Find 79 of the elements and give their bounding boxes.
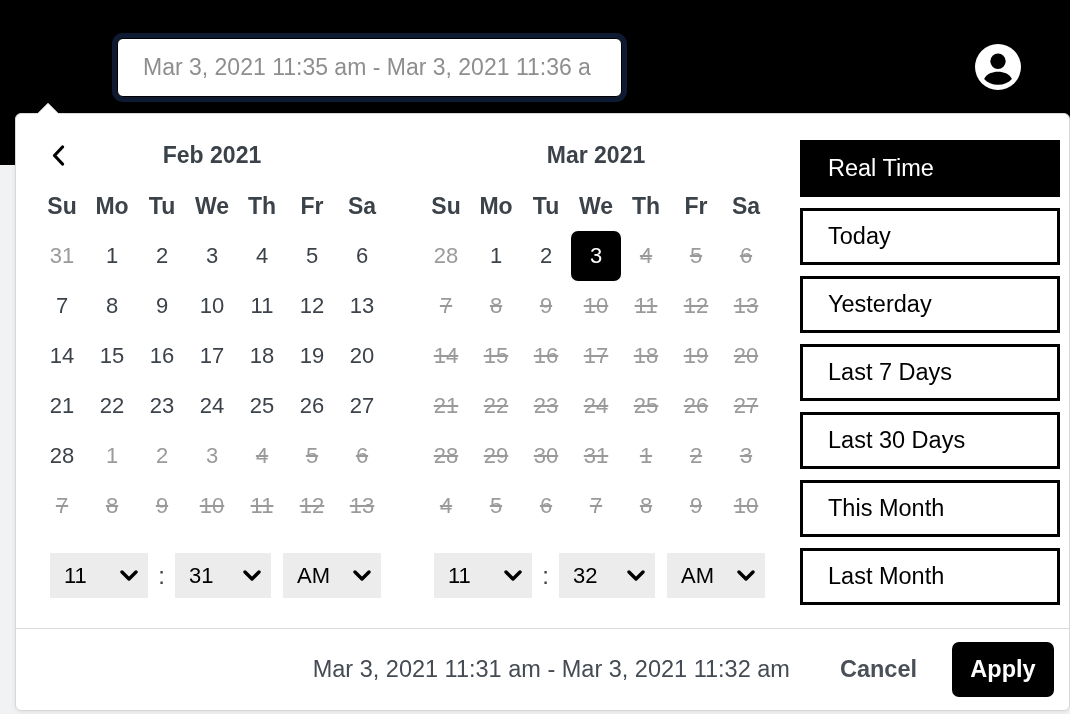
- calendar-day[interactable]: 26: [287, 381, 337, 431]
- date-range-field[interactable]: Mar 3, 2021 11:35 am - Mar 3, 2021 11:36 a: [117, 38, 622, 97]
- calendar-day[interactable]: 10: [187, 281, 237, 331]
- chevron-down-icon: [504, 570, 522, 581]
- hour-select[interactable]: 11: [434, 553, 532, 598]
- calendar-day[interactable]: 31: [37, 231, 87, 281]
- cancel-button[interactable]: Cancel: [837, 652, 919, 687]
- calendar-day[interactable]: 8: [87, 281, 137, 331]
- weekday-label: Su: [47, 192, 77, 220]
- calendar-day[interactable]: 9: [137, 281, 187, 331]
- calendar-day[interactable]: 2: [521, 231, 571, 281]
- calendar-day[interactable]: 3: [187, 231, 237, 281]
- calendar-day[interactable]: 16: [137, 331, 187, 381]
- month-title: Mar 2021: [546, 141, 646, 169]
- chevron-down-icon: [737, 570, 755, 581]
- calendar-day[interactable]: 7: [37, 281, 87, 331]
- weekday-label: We: [194, 192, 230, 220]
- weekday-label: Su: [431, 192, 461, 220]
- calendar-day[interactable]: 4: [237, 231, 287, 281]
- preset-button[interactable]: This Month: [800, 480, 1060, 537]
- minute-select[interactable]: 31: [175, 553, 271, 598]
- preset-button[interactable]: Last Month: [800, 548, 1060, 605]
- weekday-label: Sa: [347, 192, 377, 220]
- calendar-day[interactable]: 1: [471, 231, 521, 281]
- chevron-down-icon: [353, 570, 371, 581]
- preset-button[interactable]: Last 30 Days: [800, 412, 1060, 469]
- calendar-day[interactable]: 28: [37, 431, 87, 481]
- chevron-left-icon[interactable]: [51, 144, 65, 166]
- preset-button[interactable]: Yesterday: [800, 276, 1060, 333]
- calendar-day[interactable]: 3: [187, 431, 237, 481]
- calendar-day[interactable]: 11: [237, 281, 287, 331]
- calendar-day[interactable]: 21: [37, 381, 87, 431]
- weekday-label: Fr: [300, 192, 324, 220]
- weekday-label: Mo: [479, 192, 513, 220]
- user-avatar-icon[interactable]: [975, 44, 1021, 90]
- preset-button[interactable]: Today: [800, 208, 1060, 265]
- apply-button[interactable]: Apply: [952, 642, 1054, 697]
- chevron-down-icon: [243, 570, 261, 581]
- preset-button[interactable]: Real Time: [800, 140, 1060, 197]
- calendar-day[interactable]: 18: [237, 331, 287, 381]
- calendar-day[interactable]: 1: [87, 431, 137, 481]
- calendar-day[interactable]: 3: [571, 231, 621, 281]
- minute-select[interactable]: 32: [559, 553, 655, 598]
- month-title: Feb 2021: [162, 141, 262, 169]
- period-select[interactable]: AM: [283, 553, 381, 598]
- weekday-label: Fr: [684, 192, 708, 220]
- hour-select[interactable]: 11: [50, 553, 148, 598]
- calendar-day[interactable]: 12: [287, 281, 337, 331]
- weekday-label: We: [578, 192, 614, 220]
- period-select[interactable]: AM: [667, 553, 765, 598]
- range-summary: Mar 3, 2021 11:31 am - Mar 3, 2021 11:32 am: [312, 656, 790, 683]
- calendar-day[interactable]: 17: [187, 331, 237, 381]
- calendar-day[interactable]: 20: [337, 331, 387, 381]
- time-separator: :: [157, 561, 166, 590]
- time-separator: :: [541, 561, 550, 590]
- preset-button[interactable]: Last 7 Days: [800, 344, 1060, 401]
- weekday-label: Th: [631, 192, 661, 220]
- calendar-day[interactable]: 28: [421, 231, 471, 281]
- calendar-day[interactable]: 25: [237, 381, 287, 431]
- weekday-label: Th: [247, 192, 277, 220]
- weekday-label: Sa: [731, 192, 761, 220]
- calendar-day[interactable]: 22: [87, 381, 137, 431]
- calendar-day[interactable]: 24: [187, 381, 237, 431]
- chevron-down-icon: [120, 570, 138, 581]
- calendar-day[interactable]: 1: [87, 231, 137, 281]
- chevron-down-icon: [627, 570, 645, 581]
- weekday-label: Tu: [148, 192, 176, 220]
- calendar-day[interactable]: 2: [137, 431, 187, 481]
- calendar-day[interactable]: 5: [287, 231, 337, 281]
- calendar-day[interactable]: 23: [137, 381, 187, 431]
- calendar-day[interactable]: 2: [137, 231, 187, 281]
- weekday-label: Mo: [95, 192, 129, 220]
- calendar-day[interactable]: 27: [337, 381, 387, 431]
- weekday-label: Tu: [532, 192, 560, 220]
- calendar-day[interactable]: 15: [87, 331, 137, 381]
- calendar-day[interactable]: 6: [337, 231, 387, 281]
- calendar-day[interactable]: 13: [337, 281, 387, 331]
- calendar-day[interactable]: 14: [37, 331, 87, 381]
- calendar-day[interactable]: 19: [287, 331, 337, 381]
